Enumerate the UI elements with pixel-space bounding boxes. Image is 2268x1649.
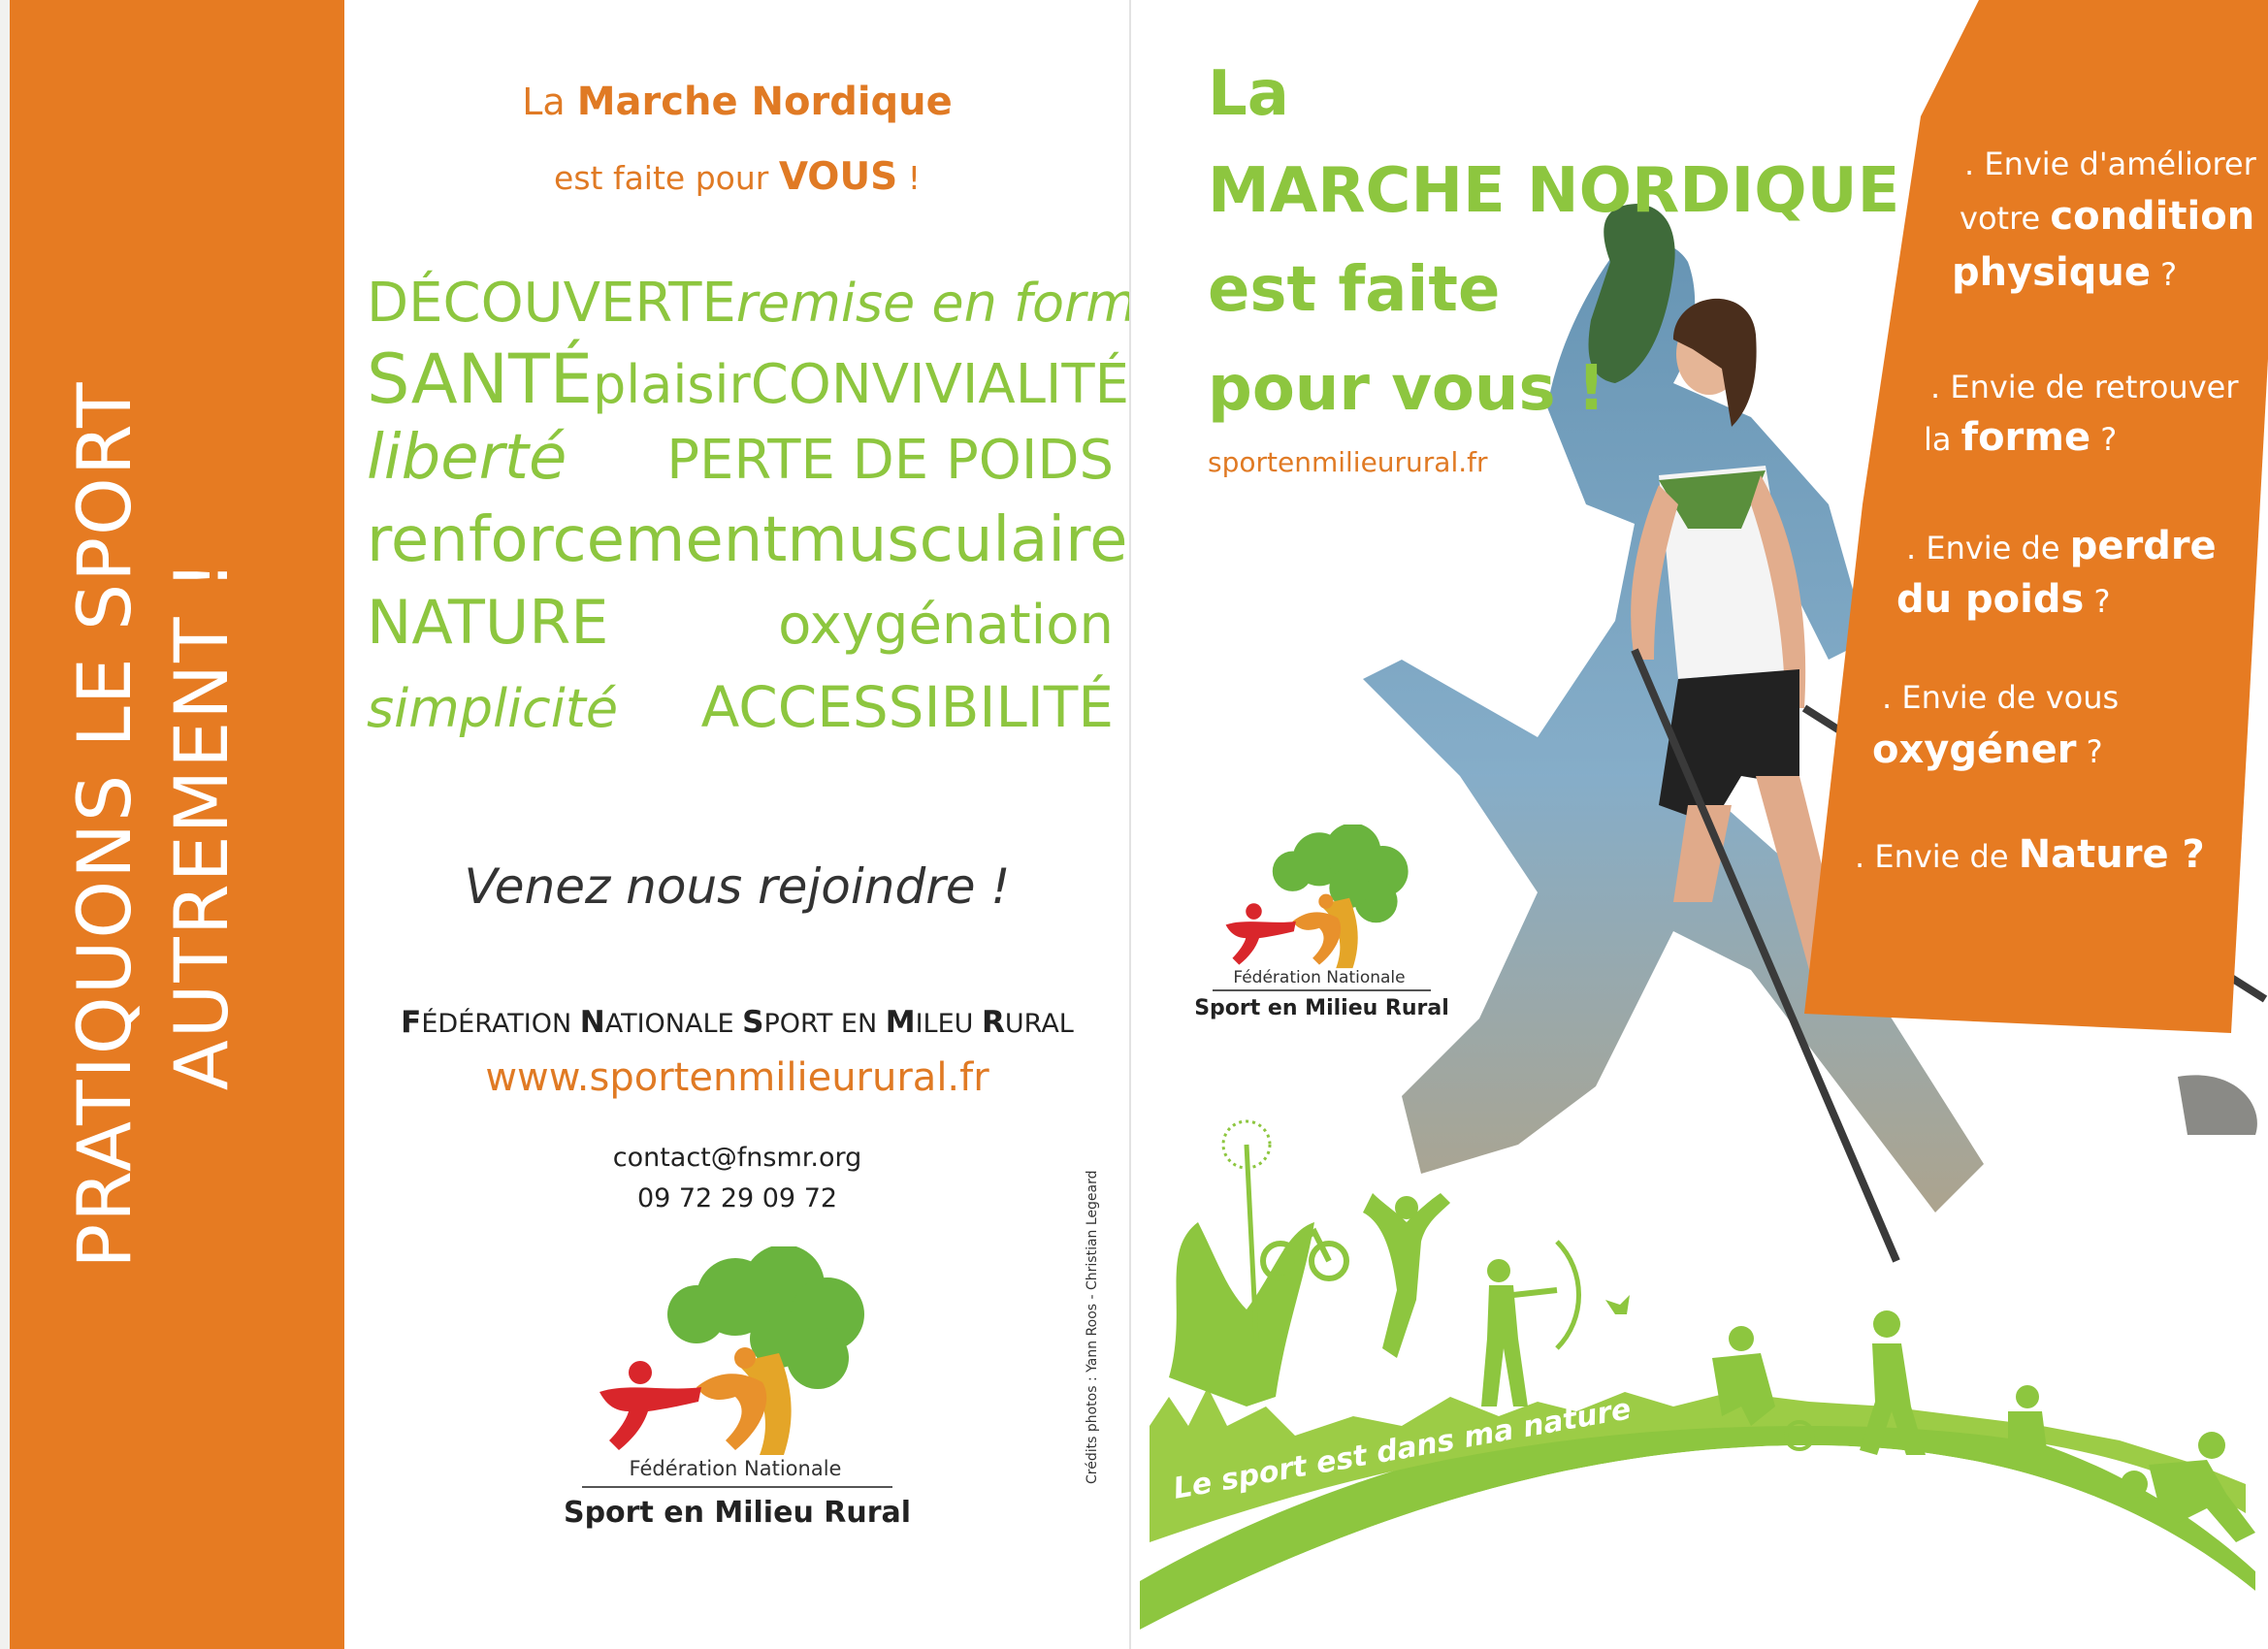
q3-perdre: perdre xyxy=(2069,524,2217,568)
q4-oxygener: oxygéner xyxy=(1872,728,2077,772)
side-band-line-1: PRATIQUONS LE SPORT xyxy=(61,380,147,1269)
q2-mark: ? xyxy=(2090,421,2118,458)
q2-forme: forme xyxy=(1960,415,2091,460)
question-4: . Envie de vous xyxy=(1882,679,2119,716)
contact-email[interactable]: contact@fnsmr.org xyxy=(344,1143,1130,1173)
fed-word-4: ILEU xyxy=(915,1009,983,1039)
word-sante: SANTÉ xyxy=(367,340,593,419)
word-cloud-row-6: simplicité ACCESSIBILITÉ xyxy=(367,674,1114,740)
question-1-line-1: . Envie d'améliorer xyxy=(1964,146,2256,182)
q1-votre: votre xyxy=(1960,200,2051,237)
word-plaisir: plaisir xyxy=(592,354,751,415)
photo-credits: Crédits photos : Yann Roos - Christian L… xyxy=(1085,1170,1100,1484)
right-logo-caption-2: Sport en Milieu Rural xyxy=(1194,996,1449,1020)
left-logo-caption-2: Sport en Milieu Rural xyxy=(563,1496,912,1530)
headline-prefix: La xyxy=(522,81,577,123)
fed-initial-m: M xyxy=(885,1005,916,1040)
q1-mark: ? xyxy=(2150,256,2178,293)
question-5: . Envie de Nature ? xyxy=(1855,832,2205,877)
q5-envie: . Envie de xyxy=(1855,838,2019,875)
fed-word-1: ÉDÉRATION xyxy=(421,1009,580,1039)
join-us-text: Venez nous rejoindre ! xyxy=(464,858,1011,915)
fnsmr-logo-small-icon xyxy=(1225,824,1409,969)
question-1-line-2: votre condition xyxy=(1960,194,2254,239)
left-logo-caption-1: Fédération Nationale xyxy=(629,1457,842,1480)
word-simplicite: simplicité xyxy=(367,678,619,739)
q4-mark: ? xyxy=(2076,733,2103,770)
fed-initial-r: R xyxy=(982,1005,1005,1040)
word-cloud-row-3: liberté PERTE DE POIDS xyxy=(367,422,1114,494)
fnsmr-logo-icon xyxy=(599,1246,864,1455)
word-cloud-row-1: DÉCOUVERTE remise en forme xyxy=(367,272,1169,335)
sports-silhouettes-banner xyxy=(1140,1119,2255,1644)
side-band-line-2: AUTREMENT ! xyxy=(158,558,244,1091)
left-headline-line-2: est faite pour VOUS ! xyxy=(344,155,1130,199)
headline-brand: Marche Nordique xyxy=(576,80,953,124)
left-logo-divider xyxy=(582,1486,892,1488)
q5-nature: Nature ? xyxy=(2018,832,2205,877)
question-4-line-1: . Envie de vous xyxy=(1882,679,2120,716)
question-4-line-2: oxygéner ? xyxy=(1872,728,2103,772)
fed-initial-f: F xyxy=(401,1005,422,1040)
right-title-line-1: La xyxy=(1208,58,1289,130)
website-link[interactable]: www.sportenmilieurural.fr xyxy=(344,1055,1130,1100)
question-2-line-1: . Envie de retrouver xyxy=(1930,369,2239,405)
question-2-line-2: la forme ? xyxy=(1924,415,2117,460)
q2-la: la xyxy=(1924,421,1961,458)
word-remise-en-forme: remise en forme xyxy=(735,273,1170,334)
right-logo-caption-1: Fédération Nationale xyxy=(1233,968,1406,987)
fed-word-5: URAL xyxy=(1004,1009,1074,1039)
question-2: . Envie de retrouver xyxy=(1930,369,2238,405)
federation-name: FÉDÉRATION NATIONALE SPORT EN MILEU RURA… xyxy=(344,1005,1130,1040)
q1-condition: condition xyxy=(2050,194,2255,239)
question-1-line-3: physique ? xyxy=(1952,250,2177,295)
word-oxygenation: oxygénation xyxy=(778,594,1114,657)
word-musculaire: musculaire xyxy=(787,504,1128,576)
word-perte-de-poids: PERTE DE POIDS xyxy=(666,429,1114,492)
q1-physique: physique xyxy=(1952,250,2151,295)
fed-word-3: PORT EN xyxy=(763,1009,886,1039)
headline2-emphasis: VOUS xyxy=(778,155,898,199)
fed-word-2: ATIONALE xyxy=(604,1009,743,1039)
word-accessibilite: ACCESSIBILITÉ xyxy=(700,674,1114,740)
q3-du-poids: du poids xyxy=(1896,577,2085,622)
word-convivialite: CONVIVIALITÉ xyxy=(750,353,1130,416)
word-liberte: liberté xyxy=(367,422,567,494)
q3-mark: ? xyxy=(2084,583,2111,620)
right-title-line-4: pour vous ! xyxy=(1208,353,1605,425)
question-1: . Envie d'améliorer xyxy=(1964,146,2256,182)
word-renforcement: renforcement xyxy=(367,504,788,576)
question-3: . Envie de perdre xyxy=(1906,524,2217,568)
left-headline: La Marche Nordique xyxy=(344,80,1130,124)
headline2-suffix: ! xyxy=(897,159,921,197)
word-cloud-row-5: NATURE oxygénation xyxy=(367,587,1114,658)
question-3-line-2: du poids ? xyxy=(1896,577,2110,622)
right-website[interactable]: sportenmilieurural.fr xyxy=(1208,446,1488,478)
fed-initial-n: N xyxy=(579,1005,605,1040)
right-logo-divider xyxy=(1213,989,1431,991)
contact-phone: 09 72 29 09 72 xyxy=(636,1183,838,1213)
side-band-slogan: PRATIQUONS LE SPORT AUTREMENT ! xyxy=(56,97,289,1552)
right-title-line-3: est faite xyxy=(1208,254,1501,326)
fed-initial-s: S xyxy=(742,1005,764,1040)
q3-envie: . Envie de xyxy=(1906,530,2070,566)
word-nature: NATURE xyxy=(367,587,609,658)
right-title-line-2: MARCHE NORDIQUE xyxy=(1208,155,1900,227)
word-decouverte: DÉCOUVERTE xyxy=(367,272,736,335)
word-cloud-row-2: SANTÉ plaisir CONVIVIALITÉ xyxy=(367,340,1129,419)
headline2-prefix: est faite pour xyxy=(554,159,779,197)
word-cloud-row-4: renforcement musculaire xyxy=(367,504,1127,576)
